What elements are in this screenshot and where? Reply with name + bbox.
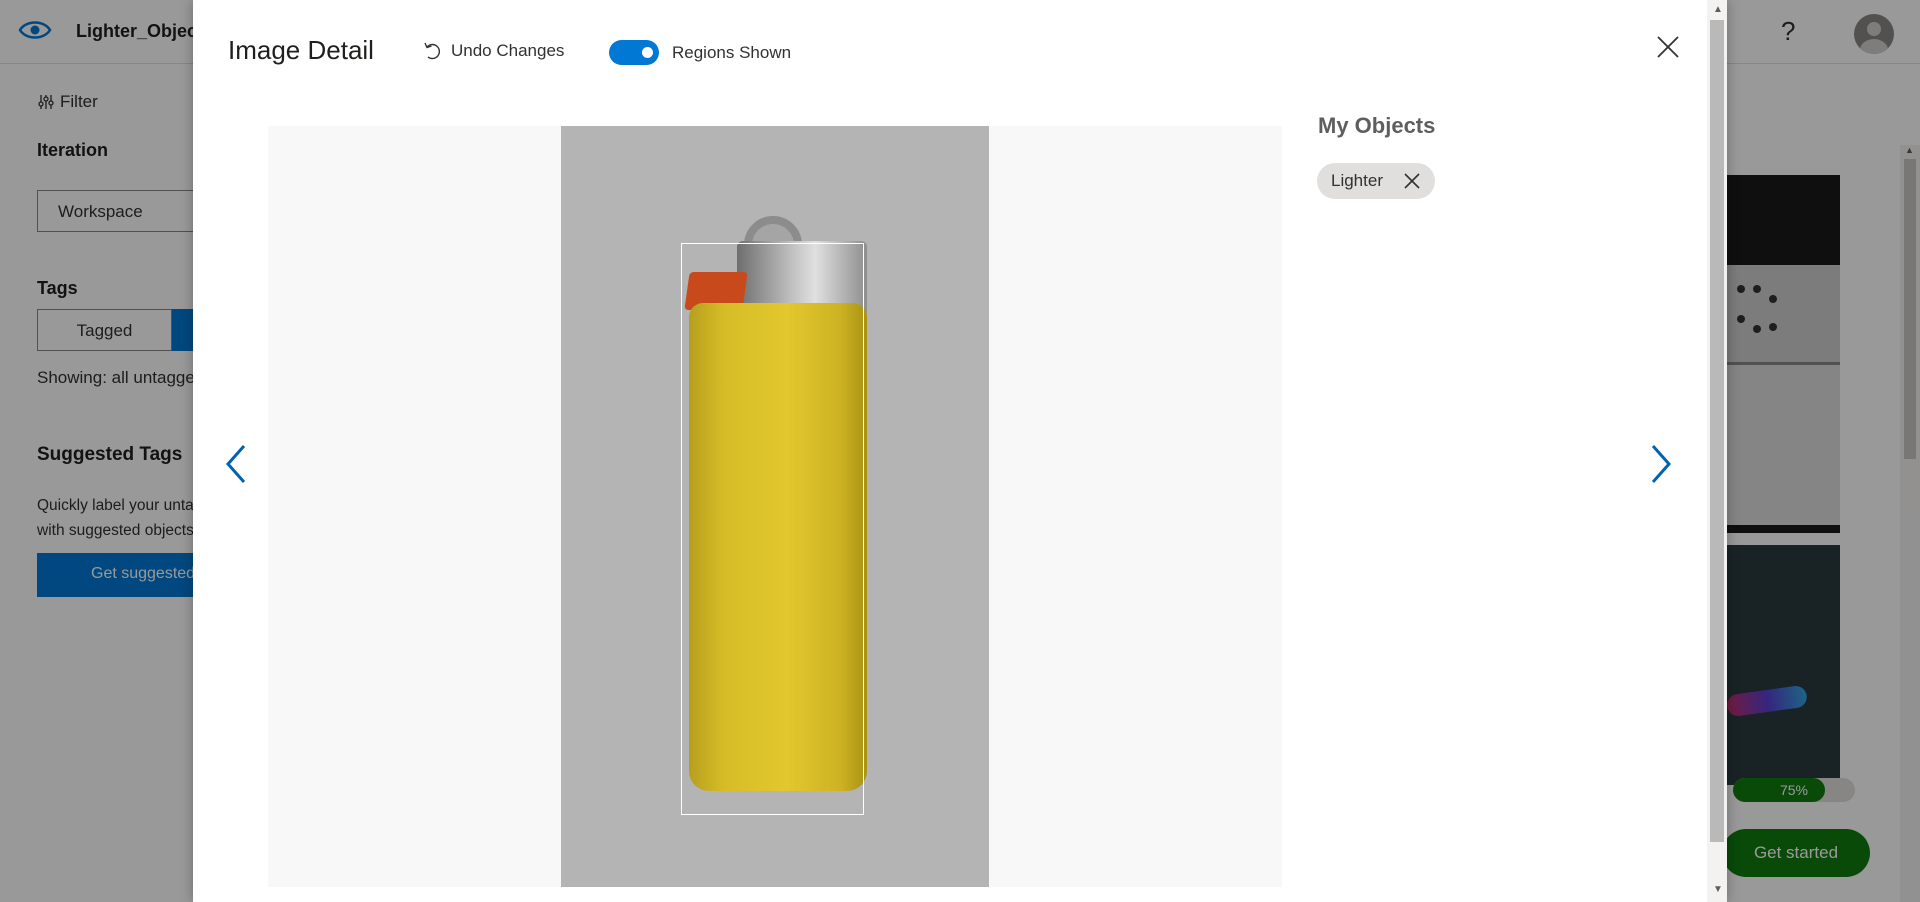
remove-tag-icon[interactable] [1403, 172, 1421, 190]
previous-image-icon[interactable] [222, 444, 250, 484]
undo-changes-button[interactable]: Undo Changes [423, 41, 564, 61]
dialog-title: Image Detail [228, 35, 374, 65]
undo-icon [424, 42, 441, 60]
toggle-knob [642, 47, 653, 58]
regions-toggle[interactable] [609, 40, 659, 65]
dialog-scrollbar[interactable]: ▲ ▼ [1707, 0, 1727, 902]
object-tag-label: Lighter [1331, 171, 1383, 190]
regions-toggle-label: Regions Shown [672, 43, 792, 62]
scroll-up-icon[interactable]: ▲ [1713, 4, 1723, 15]
close-icon[interactable] [1655, 34, 1681, 60]
region-bounding-box[interactable] [681, 243, 864, 815]
scroll-down-icon[interactable]: ▼ [1713, 884, 1723, 895]
my-objects-heading: My Objects [1318, 113, 1436, 138]
undo-label: Undo Changes [451, 41, 565, 60]
image-detail-dialog: Image Detail Undo Changes Regions Shown … [193, 0, 1727, 902]
object-tag-chip: Lighter [1317, 163, 1435, 199]
dialog-scroll-thumb[interactable] [1710, 20, 1724, 842]
next-image-icon[interactable] [1647, 444, 1675, 484]
